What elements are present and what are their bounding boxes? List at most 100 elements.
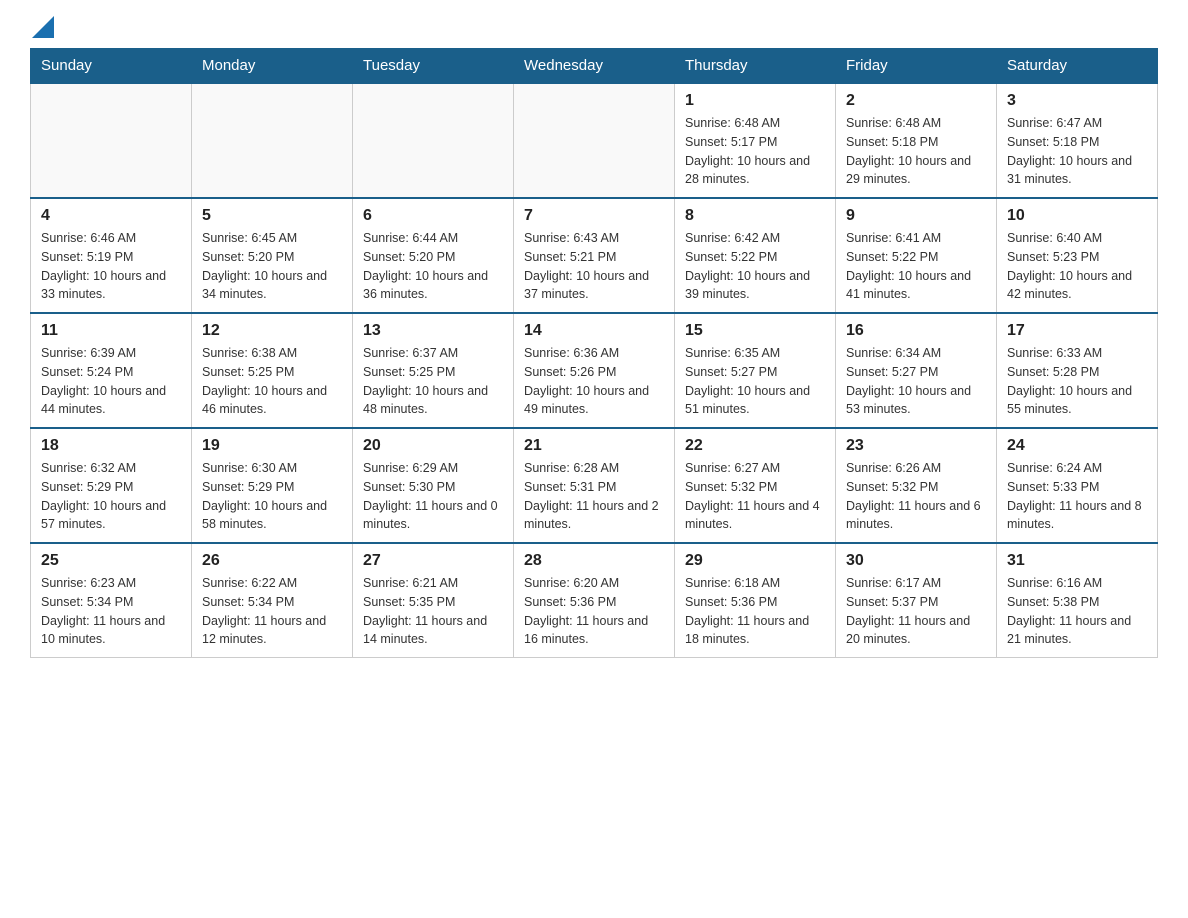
- day-number: 22: [685, 437, 825, 455]
- calendar-cell: 5Sunrise: 6:45 AMSunset: 5:20 PMDaylight…: [192, 198, 353, 313]
- header: [30, 20, 1158, 38]
- weekday-header-thursday: Thursday: [675, 49, 836, 84]
- day-number: 25: [41, 552, 181, 570]
- calendar-cell: 11 Sunrise: 6:39 AMSunset: 5:24 PMDayligh…: [31, 313, 192, 428]
- day-info: Sunrise: 6:35 AMSunset: 5:27 PMDaylight:…: [685, 344, 825, 419]
- calendar-cell: 3 Sunrise: 6:47 AMSunset: 5:18 PMDaylight…: [997, 83, 1158, 198]
- day-info: Sunrise: 6:22 AMSunset: 5:34 PMDaylight:…: [202, 574, 342, 649]
- day-info: Sunrise: 6:16 AMSunset: 5:38 PMDaylight:…: [1007, 574, 1147, 649]
- calendar-cell: 28 Sunrise: 6:20 AMSunset: 5:36 PMDayligh…: [514, 543, 675, 658]
- calendar-cell: 25 Sunrise: 6:23 AMSunset: 5:34 PMDayligh…: [31, 543, 192, 658]
- calendar-cell: 22Sunrise: 6:27 AMSunset: 5:32 PMDayligh…: [675, 428, 836, 543]
- calendar-cell: 29 Sunrise: 6:18 AMSunset: 5:36 PMDayligh…: [675, 543, 836, 658]
- day-info: Sunrise: 6:40 AMSunset: 5:23 PMDaylight:…: [1007, 229, 1147, 304]
- day-info: Sunrise: 6:48 AMSunset: 5:18 PMDaylight:…: [846, 114, 986, 189]
- calendar-cell: 9 Sunrise: 6:41 AMSunset: 5:22 PMDaylight…: [836, 198, 997, 313]
- day-number: 5: [202, 207, 342, 225]
- calendar-cell: 20Sunrise: 6:29 AMSunset: 5:30 PMDayligh…: [353, 428, 514, 543]
- day-number: 4: [41, 207, 181, 225]
- calendar-cell: 26 Sunrise: 6:22 AMSunset: 5:34 PMDayligh…: [192, 543, 353, 658]
- day-info: Sunrise: 6:38 AMSunset: 5:25 PMDaylight:…: [202, 344, 342, 419]
- day-number: 26: [202, 552, 342, 570]
- day-info: Sunrise: 6:32 AMSunset: 5:29 PMDaylight:…: [41, 459, 181, 534]
- day-info: Sunrise: 6:30 AMSunset: 5:29 PMDaylight:…: [202, 459, 342, 534]
- day-info: Sunrise: 6:37 AMSunset: 5:25 PMDaylight:…: [363, 344, 503, 419]
- weekday-header-sunday: Sunday: [31, 49, 192, 84]
- day-info: Sunrise: 6:26 AMSunset: 5:32 PMDaylight:…: [846, 459, 986, 534]
- day-info: Sunrise: 6:17 AMSunset: 5:37 PMDaylight:…: [846, 574, 986, 649]
- calendar-cell: 8 Sunrise: 6:42 AMSunset: 5:22 PMDaylight…: [675, 198, 836, 313]
- day-number: 21: [524, 437, 664, 455]
- calendar-cell: 27Sunrise: 6:21 AMSunset: 5:35 PMDayligh…: [353, 543, 514, 658]
- day-number: 31: [1007, 552, 1147, 570]
- day-info: Sunrise: 6:24 AMSunset: 5:33 PMDaylight:…: [1007, 459, 1147, 534]
- day-number: 9: [846, 207, 986, 225]
- week-row-1: 1 Sunrise: 6:48 AMSunset: 5:17 PMDaylight…: [31, 83, 1158, 198]
- logo: [30, 20, 54, 38]
- calendar-cell: 19 Sunrise: 6:30 AMSunset: 5:29 PMDayligh…: [192, 428, 353, 543]
- day-number: 17: [1007, 322, 1147, 340]
- day-number: 3: [1007, 92, 1147, 110]
- calendar: SundayMondayTuesdayWednesdayThursdayFrid…: [30, 48, 1158, 658]
- day-info: Sunrise: 6:39 AMSunset: 5:24 PMDaylight:…: [41, 344, 181, 419]
- calendar-cell: 10 Sunrise: 6:40 AMSunset: 5:23 PMDayligh…: [997, 198, 1158, 313]
- day-number: 1: [685, 92, 825, 110]
- week-row-2: 4 Sunrise: 6:46 AMSunset: 5:19 PMDaylight…: [31, 198, 1158, 313]
- day-number: 16: [846, 322, 986, 340]
- day-info: Sunrise: 6:47 AMSunset: 5:18 PMDaylight:…: [1007, 114, 1147, 189]
- day-info: Sunrise: 6:41 AMSunset: 5:22 PMDaylight:…: [846, 229, 986, 304]
- day-info: Sunrise: 6:48 AMSunset: 5:17 PMDaylight:…: [685, 114, 825, 189]
- calendar-cell: [514, 83, 675, 198]
- day-info: Sunrise: 6:44 AMSunset: 5:20 PMDaylight:…: [363, 229, 503, 304]
- day-number: 20: [363, 437, 503, 455]
- calendar-cell: 12 Sunrise: 6:38 AMSunset: 5:25 PMDayligh…: [192, 313, 353, 428]
- day-number: 30: [846, 552, 986, 570]
- day-info: Sunrise: 6:18 AMSunset: 5:36 PMDaylight:…: [685, 574, 825, 649]
- weekday-header-monday: Monday: [192, 49, 353, 84]
- calendar-cell: 15 Sunrise: 6:35 AMSunset: 5:27 PMDayligh…: [675, 313, 836, 428]
- day-number: 10: [1007, 207, 1147, 225]
- day-info: Sunrise: 6:42 AMSunset: 5:22 PMDaylight:…: [685, 229, 825, 304]
- day-number: 13: [363, 322, 503, 340]
- day-number: 28: [524, 552, 664, 570]
- calendar-cell: 6Sunrise: 6:44 AMSunset: 5:20 PMDaylight…: [353, 198, 514, 313]
- calendar-cell: 4 Sunrise: 6:46 AMSunset: 5:19 PMDaylight…: [31, 198, 192, 313]
- day-number: 29: [685, 552, 825, 570]
- calendar-cell: 23 Sunrise: 6:26 AMSunset: 5:32 PMDayligh…: [836, 428, 997, 543]
- day-info: Sunrise: 6:46 AMSunset: 5:19 PMDaylight:…: [41, 229, 181, 304]
- calendar-cell: 7Sunrise: 6:43 AMSunset: 5:21 PMDaylight…: [514, 198, 675, 313]
- weekday-header-saturday: Saturday: [997, 49, 1158, 84]
- calendar-cell: 1 Sunrise: 6:48 AMSunset: 5:17 PMDaylight…: [675, 83, 836, 198]
- day-number: 14: [524, 322, 664, 340]
- calendar-cell: [31, 83, 192, 198]
- day-info: Sunrise: 6:33 AMSunset: 5:28 PMDaylight:…: [1007, 344, 1147, 419]
- day-number: 18: [41, 437, 181, 455]
- day-number: 12: [202, 322, 342, 340]
- day-number: 15: [685, 322, 825, 340]
- calendar-cell: [192, 83, 353, 198]
- day-info: Sunrise: 6:20 AMSunset: 5:36 PMDaylight:…: [524, 574, 664, 649]
- calendar-cell: 30 Sunrise: 6:17 AMSunset: 5:37 PMDayligh…: [836, 543, 997, 658]
- week-row-5: 25 Sunrise: 6:23 AMSunset: 5:34 PMDayligh…: [31, 543, 1158, 658]
- weekday-header-wednesday: Wednesday: [514, 49, 675, 84]
- week-row-3: 11 Sunrise: 6:39 AMSunset: 5:24 PMDayligh…: [31, 313, 1158, 428]
- day-number: 11: [41, 322, 181, 340]
- calendar-cell: 16 Sunrise: 6:34 AMSunset: 5:27 PMDayligh…: [836, 313, 997, 428]
- day-info: Sunrise: 6:23 AMSunset: 5:34 PMDaylight:…: [41, 574, 181, 649]
- day-number: 8: [685, 207, 825, 225]
- day-info: Sunrise: 6:34 AMSunset: 5:27 PMDaylight:…: [846, 344, 986, 419]
- calendar-cell: 24 Sunrise: 6:24 AMSunset: 5:33 PMDayligh…: [997, 428, 1158, 543]
- day-number: 27: [363, 552, 503, 570]
- calendar-cell: 13 Sunrise: 6:37 AMSunset: 5:25 PMDayligh…: [353, 313, 514, 428]
- calendar-cell: 17 Sunrise: 6:33 AMSunset: 5:28 PMDayligh…: [997, 313, 1158, 428]
- calendar-cell: 14Sunrise: 6:36 AMSunset: 5:26 PMDayligh…: [514, 313, 675, 428]
- calendar-cell: 2Sunrise: 6:48 AMSunset: 5:18 PMDaylight…: [836, 83, 997, 198]
- week-row-4: 18 Sunrise: 6:32 AMSunset: 5:29 PMDayligh…: [31, 428, 1158, 543]
- weekday-header-tuesday: Tuesday: [353, 49, 514, 84]
- day-info: Sunrise: 6:28 AMSunset: 5:31 PMDaylight:…: [524, 459, 664, 534]
- day-number: 24: [1007, 437, 1147, 455]
- day-number: 7: [524, 207, 664, 225]
- calendar-cell: 18 Sunrise: 6:32 AMSunset: 5:29 PMDayligh…: [31, 428, 192, 543]
- day-number: 23: [846, 437, 986, 455]
- day-number: 19: [202, 437, 342, 455]
